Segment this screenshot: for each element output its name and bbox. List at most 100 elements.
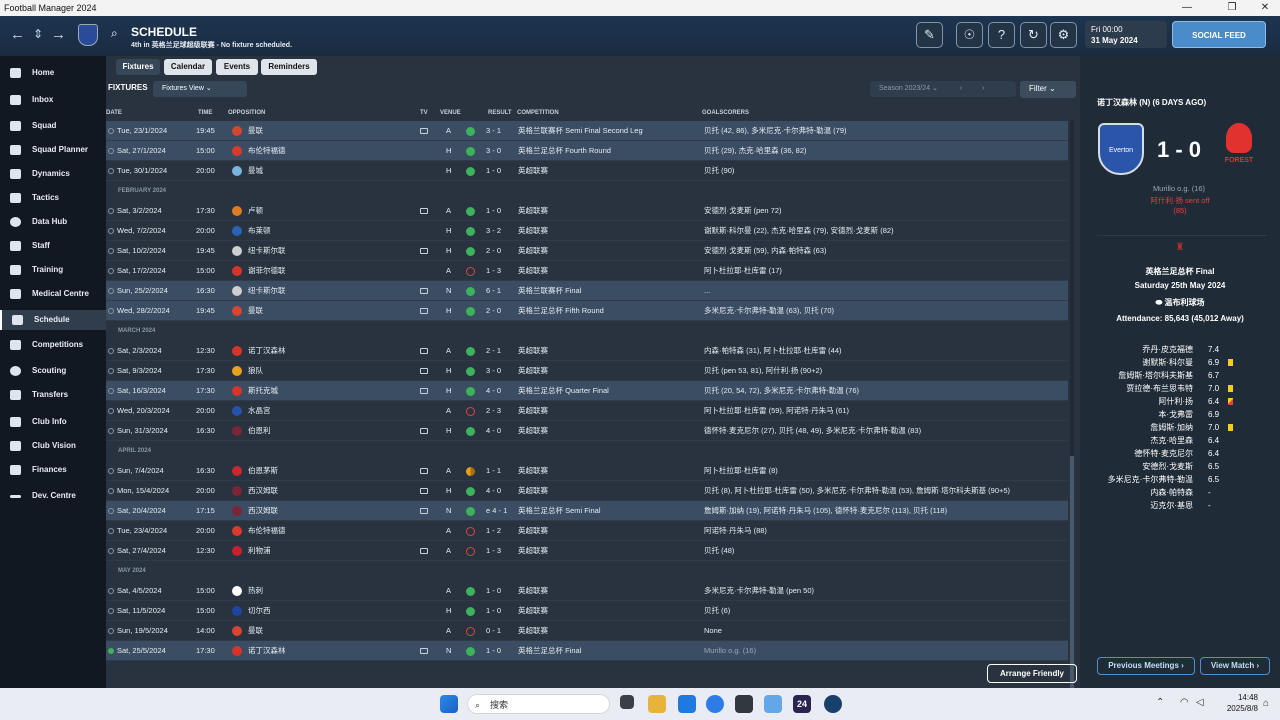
opponent-crest-icon[interactable] (232, 506, 242, 516)
col-tv[interactable]: TV (420, 110, 428, 116)
tab-events[interactable]: Events (216, 59, 258, 75)
sidebar-item-squad[interactable]: Squad (0, 116, 106, 136)
fixture-row[interactable]: Sat, 27/1/2024 15:00 布伦特福德 H 3 - 0 英格兰足总杯 Fou… (106, 141, 1068, 161)
opponent-crest-icon[interactable] (232, 286, 242, 296)
row-select-dot[interactable] (108, 348, 114, 354)
tab-fixtures[interactable]: Fixtures (116, 59, 160, 75)
fixture-opposition[interactable]: 切尔西 (248, 601, 271, 621)
player-rating-row[interactable]: 谢默斯·科尔曼 6.9 (1080, 356, 1280, 369)
sidebar-item-training[interactable]: Training (0, 260, 106, 280)
row-select-dot[interactable] (108, 648, 114, 654)
fixture-opposition[interactable]: 纽卡斯尔联 (248, 241, 286, 261)
row-select-dot[interactable] (108, 528, 114, 534)
fixture-score[interactable]: 4 - 0 (486, 421, 501, 441)
fixture-row[interactable]: Sun, 25/2/2024 16:30 纽卡斯尔联 N 6 - 1 英格兰联赛杯 Fin… (106, 281, 1068, 301)
arrange-friendly-button[interactable]: Arrange Friendly (987, 664, 1077, 683)
player-rating-row[interactable]: 贾拉德·布兰思韦特 7.0 (1080, 382, 1280, 395)
fixture-score[interactable]: 4 - 0 (486, 481, 501, 501)
fixture-competition[interactable]: 英格兰联赛杯 Final (518, 281, 581, 301)
help-icon[interactable]: ? (988, 22, 1015, 48)
player-rating-row[interactable]: 迈克尔·基恩 - (1080, 499, 1280, 512)
col-opposition[interactable]: OPPOSITION (228, 110, 265, 116)
col-goalscorers[interactable]: GOALSCORERS (702, 110, 749, 116)
opponent-crest-icon[interactable] (232, 126, 242, 136)
refresh-icon[interactable]: ↻ (1020, 22, 1047, 48)
tab-reminders[interactable]: Reminders (261, 59, 317, 75)
social-feed-button[interactable]: SOCIAL FEED (1172, 21, 1266, 48)
fixture-score[interactable]: 2 - 3 (486, 401, 501, 421)
fixture-opposition[interactable]: 伯恩利 (248, 421, 271, 441)
forest-crest-icon[interactable]: FOREST (1224, 123, 1254, 177)
fixture-competition[interactable]: 英超联赛 (518, 481, 548, 501)
opponent-crest-icon[interactable] (232, 146, 242, 156)
everton-crest-icon[interactable]: Everton (1098, 123, 1144, 175)
opponent-crest-icon[interactable] (232, 346, 242, 356)
row-select-dot[interactable] (108, 408, 114, 414)
fixture-opposition[interactable]: 诺丁汉森林 (248, 641, 286, 661)
row-select-dot[interactable] (108, 608, 114, 614)
player-name[interactable]: 迈克尔·基恩 (1150, 499, 1193, 512)
fixture-row[interactable]: Sun, 31/3/2024 16:30 伯恩利 H 4 - 0 英超联赛 德怀特·麦克尼尔… (106, 421, 1068, 441)
sidebar-item-inbox[interactable]: Inbox (0, 90, 106, 110)
match-panel-title[interactable]: 诺丁汉森林 (N) (6 DAYS AGO) (1097, 97, 1206, 108)
fixture-opposition[interactable]: 利物浦 (248, 541, 271, 561)
fixture-competition[interactable]: 英超联赛 (518, 461, 548, 481)
fixture-competition[interactable]: 英超联赛 (518, 541, 548, 561)
fixture-opposition[interactable]: 布伦特福德 (248, 141, 286, 161)
opponent-crest-icon[interactable] (232, 586, 242, 596)
player-name[interactable]: 阿什利·扬 (1158, 395, 1193, 408)
task-view-icon[interactable] (620, 695, 634, 709)
sidebar-item-competitions[interactable]: Competitions (0, 335, 106, 355)
player-rating-row[interactable]: 德怀特·麦克尼尔 6.4 (1080, 447, 1280, 460)
player-rating-row[interactable]: 杰克·哈里森 6.4 (1080, 434, 1280, 447)
row-select-dot[interactable] (108, 488, 114, 494)
browser-icon[interactable] (706, 695, 724, 713)
fixture-score[interactable]: 1 - 0 (486, 641, 501, 661)
sidebar-item-club-vision[interactable]: Club Vision (0, 436, 106, 456)
fixture-row[interactable]: Sat, 17/2/2024 15:00 谢菲尔德联 A 1 - 3 英超联赛 阿卜杜拉耶·… (106, 261, 1068, 281)
fm-logo-icon[interactable]: ☉ (956, 22, 983, 48)
row-select-dot[interactable] (108, 588, 114, 594)
fixture-opposition[interactable]: 狼队 (248, 361, 263, 381)
fixture-opposition[interactable]: 诺丁汉森林 (248, 341, 286, 361)
opponent-crest-icon[interactable] (232, 366, 242, 376)
fixture-score[interactable]: 3 - 1 (486, 121, 501, 141)
fixture-score[interactable]: 2 - 0 (486, 301, 501, 321)
gear-icon[interactable]: ⚙ (1050, 22, 1077, 48)
fixture-row[interactable]: Wed, 28/2/2024 19:45 曼联 H 2 - 0 英格兰足总杯 Fifth … (106, 301, 1068, 321)
sidebar-item-transfers[interactable]: Transfers (0, 385, 106, 405)
prev-season-icon[interactable]: ‹ (960, 85, 962, 92)
opponent-crest-icon[interactable] (232, 306, 242, 316)
filter-button[interactable]: Filter ⌄ (1020, 81, 1076, 98)
fixture-opposition[interactable]: 曼联 (248, 301, 263, 321)
sidebar-item-staff[interactable]: Staff (0, 236, 106, 256)
row-select-dot[interactable] (108, 148, 114, 154)
player-name[interactable]: 多米尼克·卡尔弗特-勒温 (1108, 473, 1193, 486)
fixture-competition[interactable]: 英超联赛 (518, 361, 548, 381)
steam-icon[interactable] (824, 695, 842, 713)
fixture-score[interactable]: 2 - 1 (486, 341, 501, 361)
fixture-opposition[interactable]: 西汉姆联 (248, 481, 278, 501)
windows-start-icon[interactable] (440, 695, 458, 713)
fixture-competition[interactable]: 英超联赛 (518, 621, 548, 641)
fixture-row[interactable]: Tue, 23/4/2024 20:00 布伦特福德 A 1 - 2 英超联赛 阿诺特·丹朱… (106, 521, 1068, 541)
row-select-dot[interactable] (108, 168, 114, 174)
fixture-competition[interactable]: 英超联赛 (518, 241, 548, 261)
fixture-competition[interactable]: 英格兰联赛杯 Semi Final Second Leg (518, 121, 643, 141)
opponent-crest-icon[interactable] (232, 526, 242, 536)
fixture-score[interactable]: 3 - 2 (486, 221, 501, 241)
opponent-crest-icon[interactable] (232, 226, 242, 236)
fixture-score[interactable]: 2 - 0 (486, 241, 501, 261)
chevron-up-icon[interactable]: ⌃ (1156, 697, 1164, 708)
fixture-row[interactable]: Wed, 20/3/2024 20:00 水晶宫 A 2 - 3 英超联赛 阿卜杜拉耶·杜库… (106, 401, 1068, 421)
taskbar-clock[interactable]: 14:48 2025/8/8 (1212, 692, 1258, 714)
fixture-score[interactable]: 0 - 1 (486, 621, 501, 641)
forward-arrow-icon[interactable]: → (51, 27, 66, 42)
fixture-opposition[interactable]: 热刺 (248, 581, 263, 601)
fixture-opposition[interactable]: 伯恩茅斯 (248, 461, 278, 481)
fixture-row[interactable]: Sat, 11/5/2024 15:00 切尔西 H 1 - 0 英超联赛 贝托 (6) (106, 601, 1068, 621)
fixture-row[interactable]: Sun, 19/5/2024 14:00 曼联 A 0 - 1 英超联赛 None (106, 621, 1068, 641)
opponent-crest-icon[interactable] (232, 546, 242, 556)
fixture-opposition[interactable]: 曼联 (248, 621, 263, 641)
fixture-opposition[interactable]: 纽卡斯尔联 (248, 281, 286, 301)
